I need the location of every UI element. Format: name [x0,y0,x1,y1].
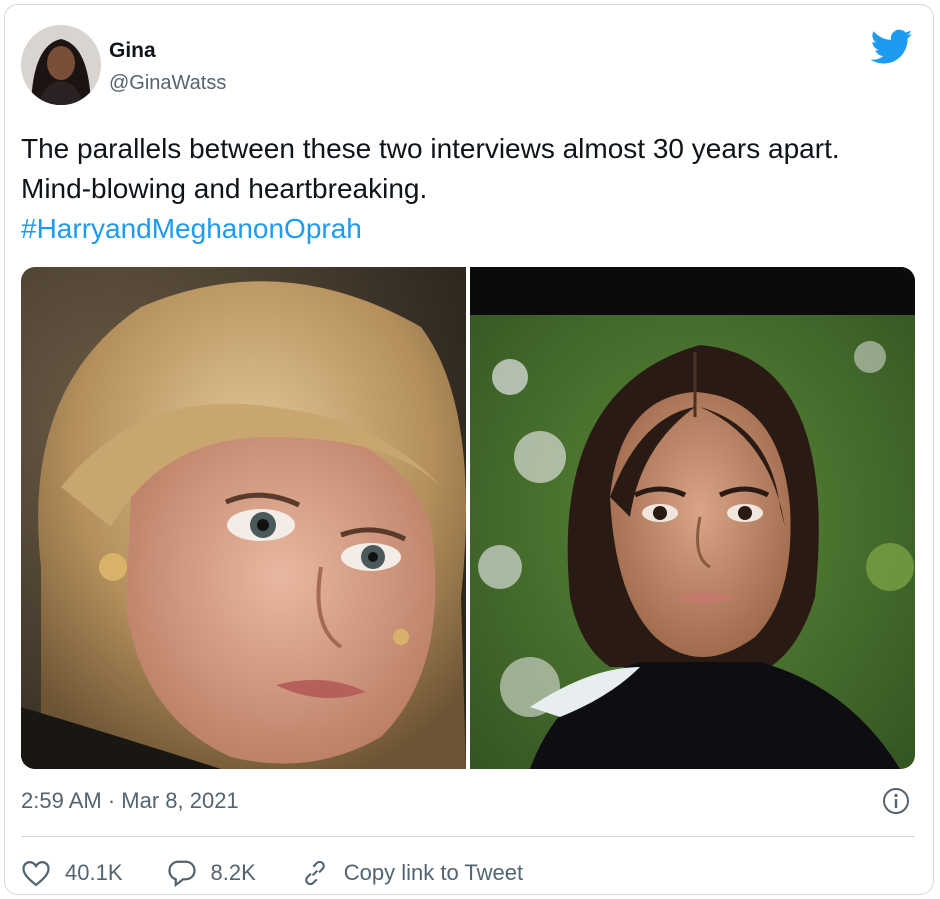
media-grid[interactable] [21,267,915,769]
link-icon [304,860,325,886]
copy-link-label: Copy link to Tweet [343,860,524,885]
tweet-text: The parallels between these two intervie… [21,129,911,249]
tweet-card[interactable]: Gina @GinaWatss The parallels between th… [4,4,934,895]
photo-right[interactable] [470,267,915,769]
copy-link-button[interactable]: Copy link to Tweet [300,859,523,887]
reply-count: 8.2K [210,860,256,885]
reply-button[interactable]: 8.2K [167,859,256,887]
avatar[interactable] [21,25,101,105]
photo-left[interactable] [21,267,466,769]
tweet-body: The parallels between these two intervie… [21,133,840,204]
author-handle[interactable]: @GinaWatss [109,72,226,95]
author-name[interactable]: Gina [109,39,156,63]
like-button[interactable]: 40.1K [21,859,123,887]
reply-icon [167,860,196,887]
info-icon[interactable] [881,786,911,816]
heart-icon [22,860,50,887]
action-bar: 40.1K 8.2K Copy link to Tweet [21,853,567,893]
hashtag-link[interactable]: #HarryandMeghanonOprah [21,209,911,249]
divider [21,836,915,837]
twitter-bird-icon[interactable] [870,29,913,65]
timestamp-link[interactable]: 2:59 AM · Mar 8, 2021 [21,788,239,814]
like-count: 40.1K [65,860,123,885]
